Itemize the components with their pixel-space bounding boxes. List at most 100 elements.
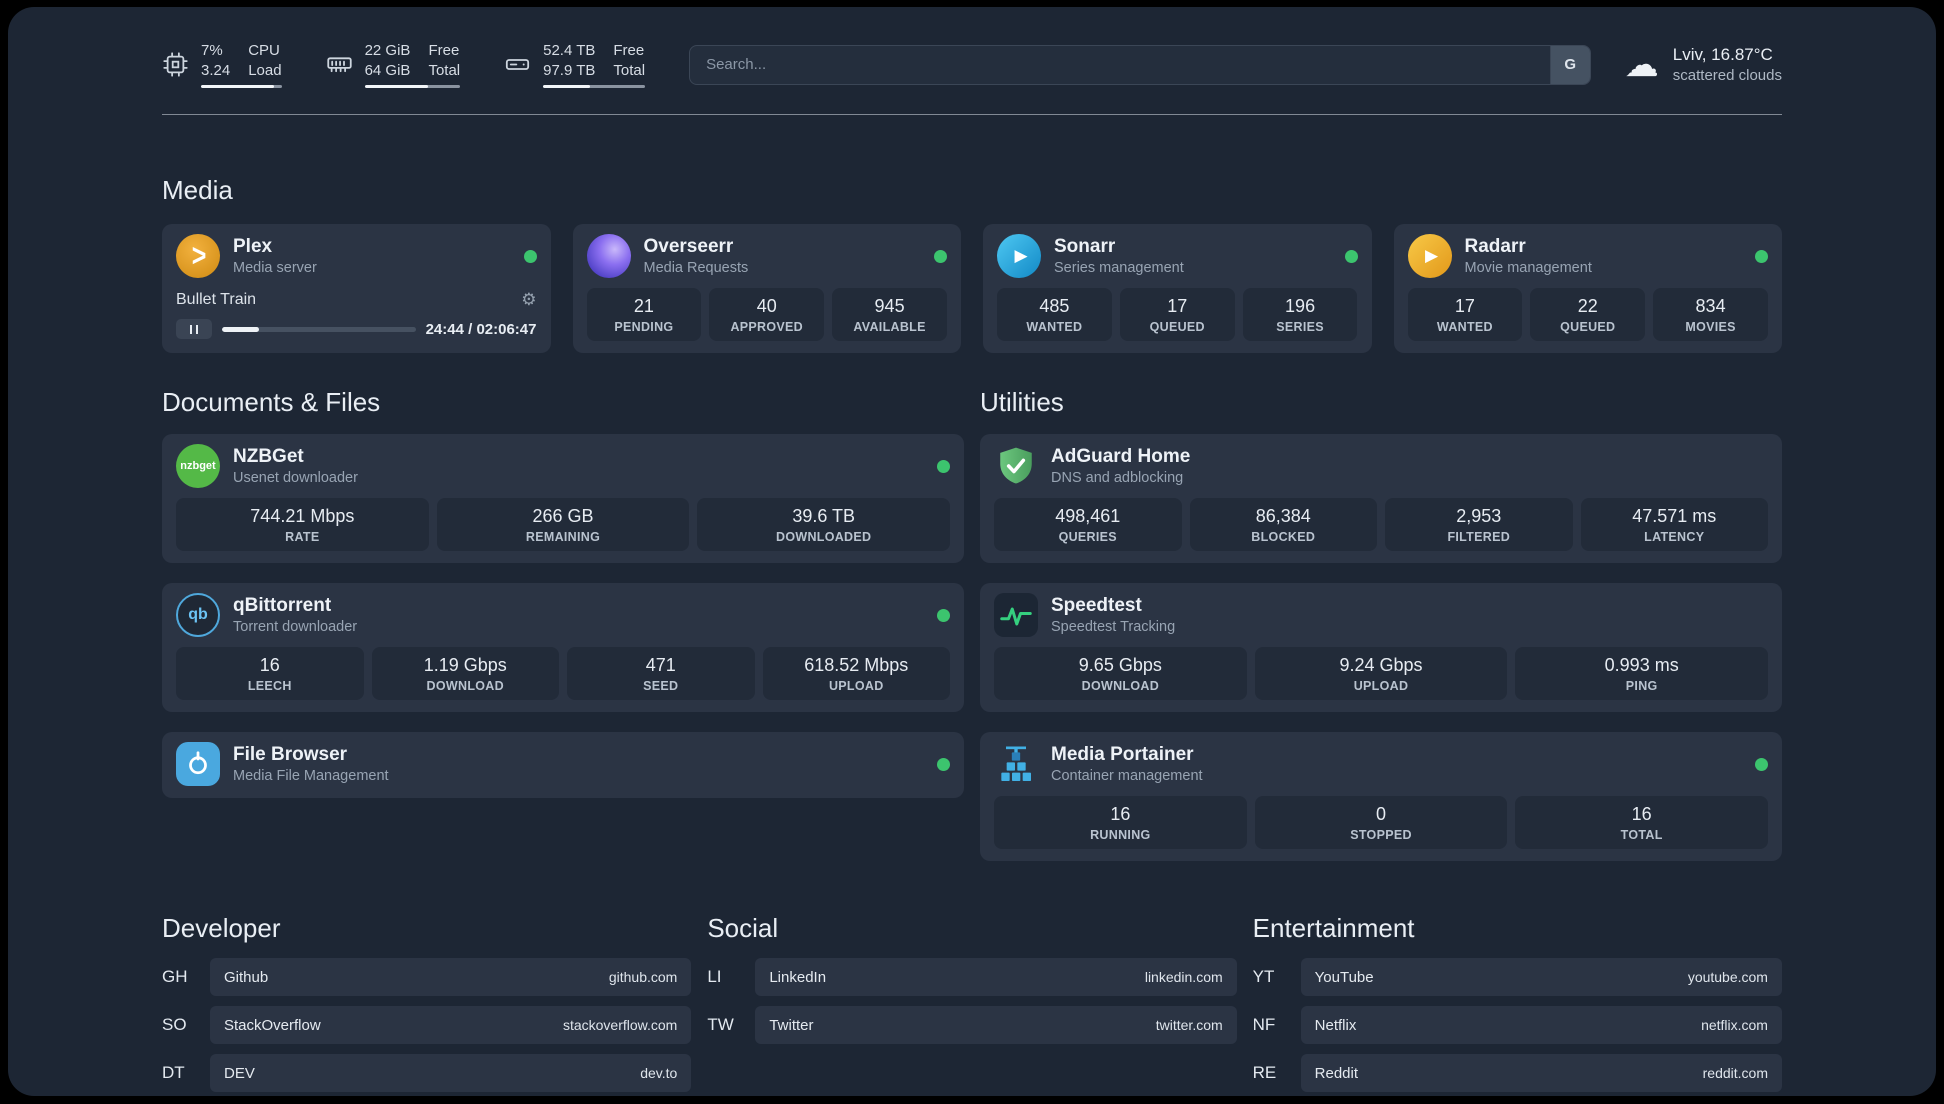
bookmark-linkedin: LI LinkedIn linkedin.com (707, 958, 1237, 997)
filebrowser-card[interactable]: File Browser Media File Management (162, 732, 964, 799)
bookmark-name: LinkedIn (769, 968, 827, 986)
weather-widget: ☁ Lviv, 16.87°C scattered clouds (1625, 45, 1782, 84)
sonarr-card[interactable]: ▶ Sonarr Series management 485 WANTED 17… (983, 224, 1372, 354)
bookmark-link-dev[interactable]: DEV dev.to (210, 1054, 692, 1093)
stat-label: UPLOAD (828, 679, 884, 694)
media-cards: > Plex Media server Bullet Train ⚙ 24:44… (162, 224, 1782, 354)
section-media: Media > Plex Media server Bullet Train ⚙… (162, 175, 1782, 354)
stat-value: 86,384 (1255, 506, 1311, 527)
stat-value: 266 GB (532, 506, 594, 527)
memory-free-label: Free (428, 42, 460, 59)
overseerr-status-dot (934, 249, 947, 263)
stat-queued: 22 QUEUED (1530, 288, 1646, 342)
system-monitors: 7% 3.24 CPU Load 22 GiB 64 GiB Free Tota… (162, 41, 646, 89)
overseerr-subtitle: Media Requests (643, 260, 749, 277)
stat-remaining: 266 GB REMAINING (436, 498, 690, 552)
nzbget-header: nzbget NZBGet Usenet downloader (176, 444, 950, 489)
memory-progress-fill (364, 84, 428, 89)
bookmark-link-twitter[interactable]: Twitter twitter.com (755, 1006, 1237, 1045)
sonarr-icon: ▶ (997, 234, 1041, 279)
bookmark-abbr: NF (1252, 1015, 1276, 1035)
stat-seed: 471 SEED (567, 647, 755, 701)
stat-value: 47.571 ms (1632, 506, 1717, 527)
stat-download: 9.65 Gbps DOWNLOAD (994, 647, 1247, 701)
overseerr-stats: 21 PENDING 40 APPROVED 945 AVAILABLE (586, 288, 948, 342)
radarr-icon: ▶ (1407, 234, 1452, 279)
play-glyph: ▶ (1424, 246, 1439, 266)
search-provider-button[interactable]: G (1549, 45, 1590, 84)
bookmark-link-github[interactable]: Github github.com (210, 958, 692, 997)
bookmark-twitter: TW Twitter twitter.com (707, 1006, 1237, 1045)
bookmark-domain: netflix.com (1701, 1017, 1768, 1034)
playback-progress-bar[interactable] (222, 326, 416, 332)
portainer-card[interactable]: Media Portainer Container management 16 … (980, 732, 1782, 862)
player-settings-gear-icon[interactable]: ⚙ (521, 290, 536, 310)
bookmark-name: YouTube (1314, 968, 1374, 986)
overseerr-card[interactable]: Overseerr Media Requests 21 PENDING 40 A… (572, 224, 961, 354)
portainer-header: Media Portainer Container management (994, 742, 1768, 786)
portainer-status-dot (1755, 757, 1768, 771)
sonarr-subtitle: Series management (1054, 260, 1184, 277)
adguard-header: AdGuard Home DNS and adblocking (994, 444, 1768, 488)
utilities-cards: AdGuard Home DNS and adblocking 498,461 … (980, 434, 1782, 862)
pause-button[interactable] (176, 319, 212, 340)
stat-label: PENDING (614, 320, 674, 335)
radarr-card[interactable]: ▶ Radarr Movie management 17 WANTED 22 Q… (1393, 224, 1782, 354)
search-input[interactable] (690, 45, 1550, 84)
stat-value: 9.24 Gbps (1339, 655, 1423, 676)
disk-icon (504, 51, 531, 78)
stat-label: SEED (643, 679, 679, 694)
bookmark-link-reddit[interactable]: Reddit reddit.com (1300, 1054, 1782, 1093)
plex-title: Plex (233, 235, 273, 257)
bookmark-link-linkedin[interactable]: LinkedIn linkedin.com (755, 958, 1237, 997)
stat-value: 16 (1110, 804, 1131, 825)
disk-free-label: Free (613, 42, 645, 59)
disk-monitor-widget: 52.4 TB 97.9 TB Free Total (504, 41, 646, 89)
portainer-icon (994, 742, 1038, 786)
stat-label: RUNNING (1090, 828, 1151, 843)
plex-now-playing: Bullet Train ⚙ 24:44 / 02:06:47 (176, 290, 537, 340)
bookmark-link-stackoverflow[interactable]: StackOverflow stackoverflow.com (210, 1006, 692, 1045)
stat-value: 618.52 Mbps (804, 655, 909, 676)
nzbget-card[interactable]: nzbget NZBGet Usenet downloader 744.21 M… (162, 434, 964, 564)
qbittorrent-title: qBittorrent (233, 594, 332, 616)
stat-value: 40 (756, 296, 777, 317)
overseerr-icon (586, 234, 631, 279)
radarr-header: ▶ Radarr Movie management (1407, 234, 1768, 279)
sonarr-header: ▶ Sonarr Series management (997, 234, 1358, 279)
documents-section-title: Documents & Files (162, 387, 381, 418)
bookmark-reddit: RE Reddit reddit.com (1252, 1054, 1782, 1093)
bookmark-abbr: YT (1252, 967, 1275, 987)
speedtest-card[interactable]: Speedtest Speedtest Tracking 9.65 Gbps D… (980, 583, 1782, 713)
stat-label: PING (1625, 679, 1658, 694)
stat-wanted: 17 WANTED (1407, 288, 1523, 342)
qbittorrent-card[interactable]: qb qBittorrent Torrent downloader 16 LEE… (162, 583, 964, 713)
stat-value: 17 (1167, 296, 1188, 317)
bookmark-abbr: DT (162, 1063, 185, 1083)
portainer-title: Media Portainer (1051, 743, 1194, 765)
stat-label: DOWNLOAD (426, 679, 504, 694)
plex-chevron-glyph: > (191, 237, 207, 273)
bookmark-abbr: RE (1252, 1063, 1277, 1083)
stat-label: SERIES (1276, 320, 1324, 335)
adguard-card[interactable]: AdGuard Home DNS and adblocking 498,461 … (980, 434, 1782, 564)
weather-location: Lviv, 16.87°C (1672, 45, 1773, 65)
plex-card[interactable]: > Plex Media server Bullet Train ⚙ 24:44… (162, 224, 551, 354)
stat-downloaded: 39.6 TB DOWNLOADED (697, 498, 951, 552)
stat-value: 16 (259, 655, 280, 676)
bookmark-abbr: TW (707, 1015, 734, 1035)
nzbget-status-dot (937, 459, 950, 473)
stat-upload: 9.24 Gbps UPLOAD (1254, 647, 1508, 701)
stat-label: MOVIES (1685, 320, 1736, 335)
stat-label: DOWNLOADED (776, 530, 872, 545)
entertainment-group-title: Entertainment (1252, 913, 1415, 944)
bookmark-link-youtube[interactable]: YouTube youtube.com (1300, 958, 1782, 997)
dashboard-content: 7% 3.24 CPU Load 22 GiB 64 GiB Free Tota… (162, 7, 1782, 1093)
memory-total-value: 64 GiB (364, 61, 411, 79)
stat-value: 945 (874, 296, 905, 317)
bookmark-link-netflix[interactable]: Netflix netflix.com (1300, 1006, 1782, 1045)
stat-movies: 834 MOVIES (1653, 288, 1768, 342)
memory-monitor-widget: 22 GiB 64 GiB Free Total (326, 41, 461, 89)
stat-queued: 17 QUEUED (1119, 288, 1235, 342)
stat-label: QUERIES (1058, 530, 1117, 545)
